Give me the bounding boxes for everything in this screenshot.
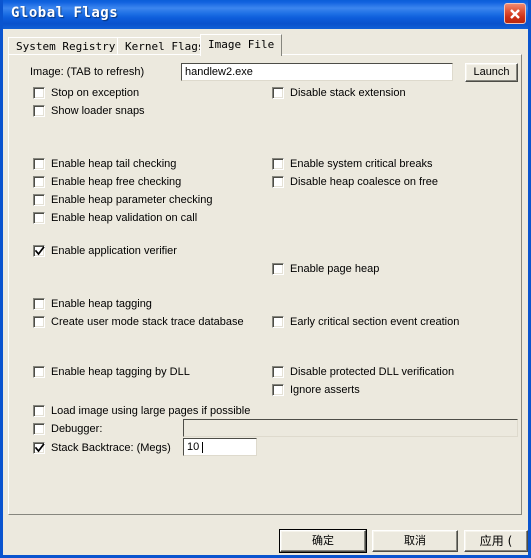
checkbox-box bbox=[272, 87, 284, 99]
checkbox-label: Disable protected DLL verification bbox=[290, 366, 455, 378]
checkbox-box bbox=[33, 87, 45, 99]
window-title: Global Flags bbox=[11, 5, 119, 21]
checkbox-box bbox=[33, 442, 45, 454]
checkmark-icon bbox=[35, 443, 45, 453]
checkbox-box bbox=[272, 384, 284, 396]
tab-label: System Registry bbox=[16, 40, 116, 53]
checkbox-label: Enable heap free checking bbox=[51, 176, 182, 188]
checkbox-box bbox=[33, 105, 45, 117]
checkbox-box bbox=[33, 298, 45, 310]
checkbox-label: Load image using large pages if possible bbox=[51, 405, 251, 417]
ok-button-label: 确定 bbox=[312, 535, 334, 547]
debugger-input[interactable] bbox=[183, 419, 518, 437]
tab-label: Kernel Flags bbox=[125, 40, 205, 53]
apply-label-accel: A bbox=[465, 551, 527, 555]
checkbox-label: Enable heap parameter checking bbox=[51, 194, 213, 206]
checkbox-box bbox=[33, 423, 45, 435]
image-input-value: handlew2.exe bbox=[185, 66, 253, 78]
checkbox-box bbox=[33, 212, 45, 224]
checkbox-label: Enable application verifier bbox=[51, 245, 177, 257]
checkbox-label: Enable heap validation on call bbox=[51, 212, 198, 224]
stack-backtrace-input[interactable]: 10 bbox=[183, 438, 257, 456]
checkbox-label: Enable heap tagging by DLL bbox=[51, 366, 190, 378]
apply-button-label: 应用 (A) bbox=[465, 531, 527, 555]
checkbox-label: Disable heap coalesce on free bbox=[290, 176, 438, 188]
tab-label: Image File bbox=[208, 38, 275, 51]
checkbox-label: Enable heap tail checking bbox=[51, 158, 177, 170]
launch-button-label: Launch bbox=[473, 66, 510, 78]
checkbox-box bbox=[33, 245, 45, 257]
stack-backtrace-input-value: 10 bbox=[187, 441, 200, 453]
tab-kernel-flags[interactable]: Kernel Flags bbox=[117, 37, 213, 55]
checkbox-box bbox=[33, 176, 45, 188]
cancel-button-label: 取消 bbox=[404, 535, 426, 547]
text-caret bbox=[202, 442, 203, 453]
checkbox-box bbox=[33, 194, 45, 206]
checkbox-box bbox=[272, 316, 284, 328]
checkbox-box bbox=[272, 263, 284, 275]
checkbox-label: Debugger: bbox=[51, 423, 103, 435]
checkbox-label: Ignore asserts bbox=[290, 384, 360, 396]
checkbox-label: Disable stack extension bbox=[290, 87, 406, 99]
checkbox-label: Early critical section event creation bbox=[290, 316, 460, 328]
checkmark-icon bbox=[35, 246, 45, 256]
checkbox-box bbox=[272, 176, 284, 188]
checkbox-box bbox=[33, 158, 45, 170]
checkbox-box bbox=[272, 158, 284, 170]
launch-button[interactable]: Launch bbox=[465, 63, 518, 82]
checkbox-label: Enable page heap bbox=[290, 263, 380, 275]
checkbox-box bbox=[33, 316, 45, 328]
ok-button[interactable]: 确定 bbox=[279, 529, 367, 553]
cancel-button[interactable]: 取消 bbox=[372, 530, 458, 552]
checkbox-label: Enable system critical breaks bbox=[290, 158, 433, 170]
close-icon[interactable] bbox=[504, 3, 526, 24]
global-flags-dialog: Global Flags System Registry Kernel Flag… bbox=[0, 0, 531, 558]
title-bar: Global Flags bbox=[3, 0, 528, 29]
image-input[interactable]: handlew2.exe bbox=[181, 63, 453, 81]
close-x-glyph bbox=[510, 9, 520, 19]
checkbox-label: Stack Backtrace: (Megs) bbox=[51, 442, 171, 454]
checkbox-label: Enable heap tagging bbox=[51, 298, 152, 310]
image-file-panel: Image: (TAB to refresh) handlew2.exe Lau… bbox=[8, 54, 522, 515]
apply-button[interactable]: 应用 (A) bbox=[464, 530, 528, 555]
checkbox-label: Show loader snaps bbox=[51, 105, 145, 117]
image-field-label: Image: (TAB to refresh) bbox=[30, 66, 145, 78]
checkbox-box bbox=[272, 366, 284, 378]
checkbox-box bbox=[33, 366, 45, 378]
checkbox-label: Create user mode stack trace database bbox=[51, 316, 244, 328]
checkbox-box bbox=[33, 405, 45, 417]
checkbox-label: Stop on exception bbox=[51, 87, 140, 99]
apply-label-prefix: 应用 ( bbox=[479, 534, 513, 548]
tab-image-file[interactable]: Image File bbox=[200, 34, 283, 56]
tab-system-registry[interactable]: System Registry bbox=[8, 37, 124, 55]
